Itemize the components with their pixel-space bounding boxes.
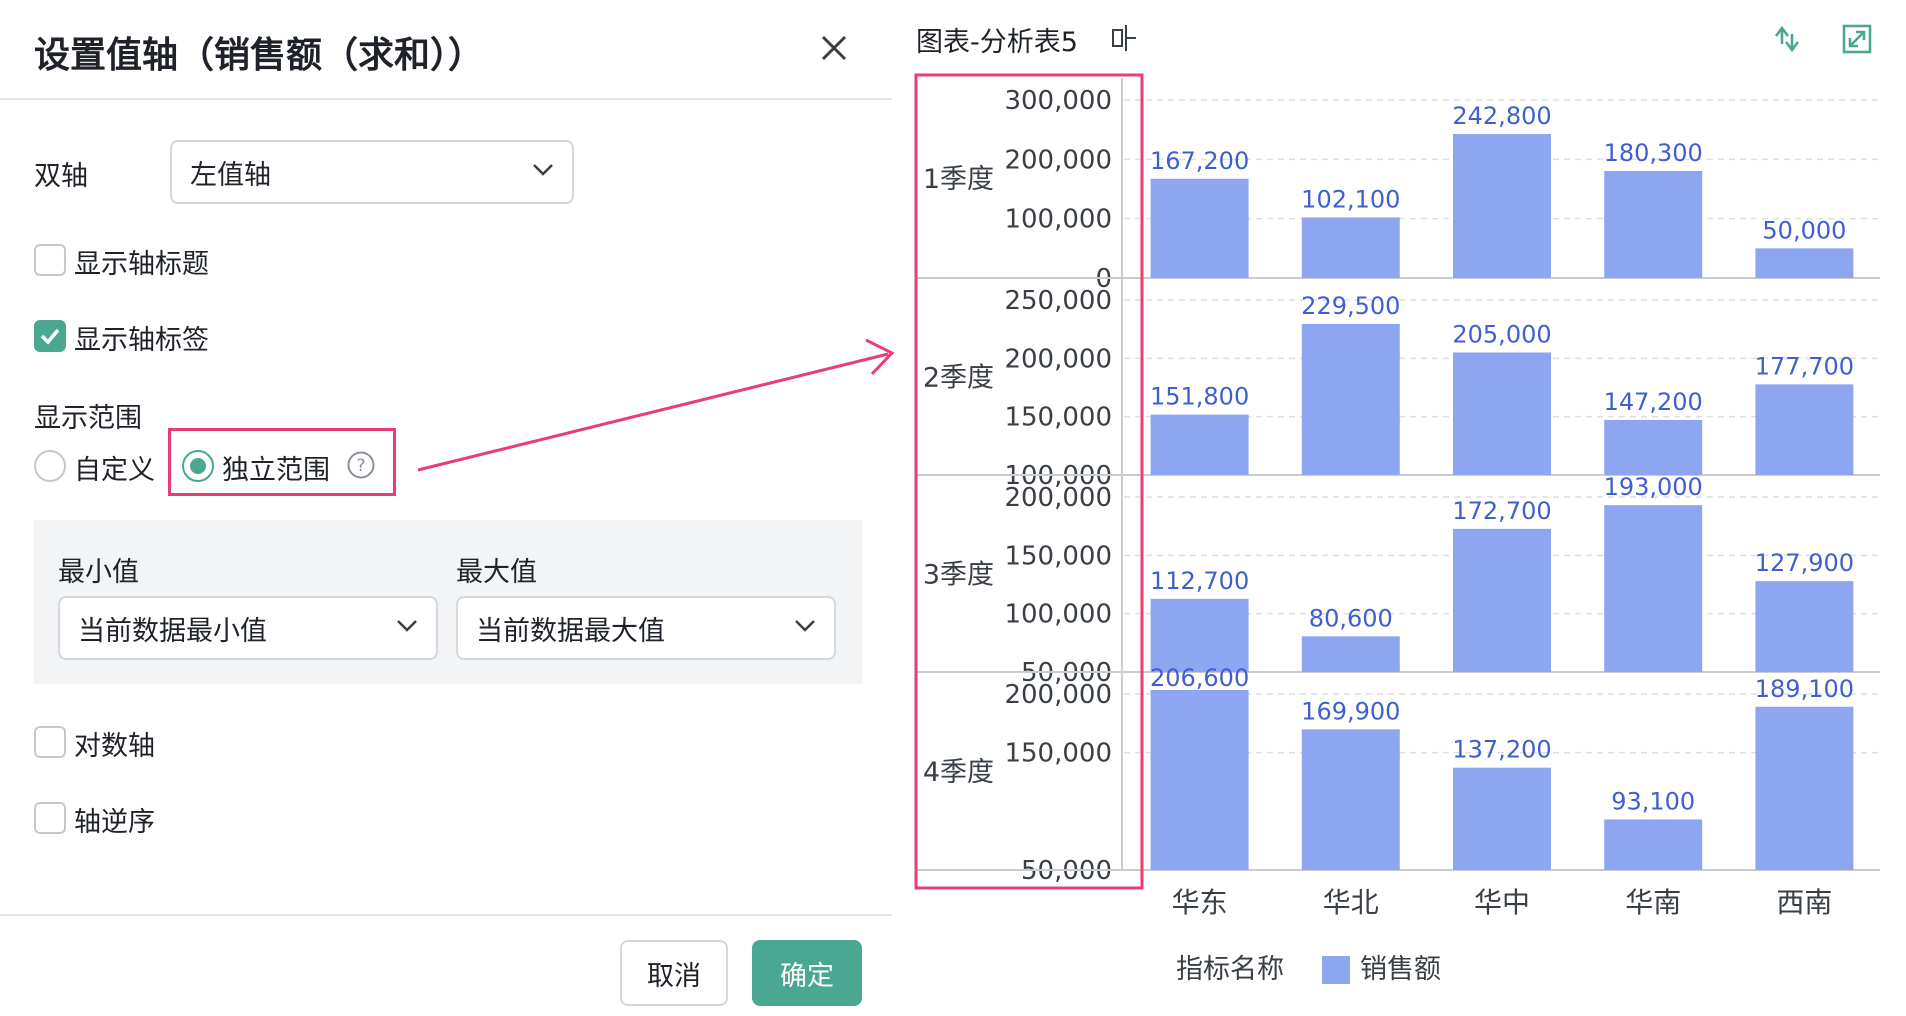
bar (1301, 729, 1400, 870)
quarter-label: 2季度 (923, 363, 994, 394)
bar (1150, 414, 1249, 475)
bar-value-label: 151,800 (1150, 383, 1249, 411)
y-tick-label: 150,000 (1004, 541, 1112, 571)
y-tick-label: 100,000 (1004, 600, 1112, 630)
bar (1604, 171, 1703, 278)
bar-value-label: 189,100 (1755, 675, 1854, 703)
bar (1755, 248, 1854, 278)
quarter-label: 1季度 (923, 164, 994, 195)
y-tick-label: 250,000 (1004, 286, 1112, 316)
bar (1604, 819, 1703, 870)
bar (1453, 133, 1551, 278)
quarter-label: 4季度 (923, 757, 994, 788)
quarter-label: 3季度 (923, 560, 994, 591)
bar-value-label: 102,100 (1301, 185, 1400, 213)
bar (1755, 706, 1854, 870)
bar-value-label: 167,200 (1150, 147, 1249, 175)
y-tick-label: 200,000 (1004, 145, 1112, 175)
x-category-label: 华东 (1172, 886, 1228, 919)
x-category-label: 华北 (1323, 886, 1379, 919)
bar (1150, 178, 1249, 278)
bar-value-label: 127,900 (1755, 549, 1854, 577)
bar-value-label: 242,800 (1452, 102, 1551, 130)
bar-value-label: 180,300 (1604, 139, 1703, 167)
bar-value-label: 193,000 (1604, 473, 1703, 501)
bar-value-label: 147,200 (1604, 388, 1703, 416)
y-tick-label: 200,000 (1004, 344, 1112, 374)
bar-value-label: 50,000 (1762, 216, 1846, 244)
y-tick-label: 200,000 (1004, 680, 1112, 710)
x-category-label: 华中 (1474, 886, 1530, 919)
bar (1301, 217, 1400, 278)
bar (1755, 581, 1854, 672)
y-tick-label: 300,000 (1004, 86, 1112, 116)
bar (1604, 419, 1703, 475)
y-tick-label: 150,000 (1004, 739, 1112, 769)
bar (1453, 767, 1551, 870)
bar-value-label: 93,100 (1611, 787, 1695, 815)
bar-value-label: 80,600 (1309, 604, 1393, 632)
bar (1150, 690, 1249, 870)
bar (1301, 636, 1400, 672)
bar (1453, 528, 1551, 672)
bar-value-label: 137,200 (1452, 736, 1551, 764)
y-tick-label: 200,000 (1004, 483, 1112, 513)
bar (1755, 384, 1854, 475)
legend-swatch (1322, 956, 1350, 984)
legend-series-name: 销售额 (1360, 954, 1441, 985)
bar-value-label: 169,900 (1301, 697, 1400, 725)
bar (1301, 323, 1400, 475)
bar-value-label: 177,700 (1755, 352, 1854, 380)
legend-title: 指标名称 (1176, 954, 1284, 985)
bar-value-label: 206,600 (1150, 664, 1249, 692)
bar (1604, 505, 1703, 672)
bar-value-label: 205,000 (1452, 321, 1551, 349)
x-category-label: 华南 (1625, 886, 1681, 919)
bar-value-label: 172,700 (1452, 497, 1551, 525)
bar-value-label: 112,700 (1150, 567, 1249, 595)
x-category-label: 西南 (1776, 886, 1832, 919)
bar-value-label: 229,500 (1301, 292, 1400, 320)
bar (1150, 598, 1249, 672)
y-tick-label: 100,000 (1004, 205, 1112, 235)
bar-chart: 300,000200,000100,00001季度167,200102,1002… (914, 73, 1880, 985)
y-tick-label: 150,000 (1004, 403, 1112, 433)
bar (1453, 352, 1551, 475)
